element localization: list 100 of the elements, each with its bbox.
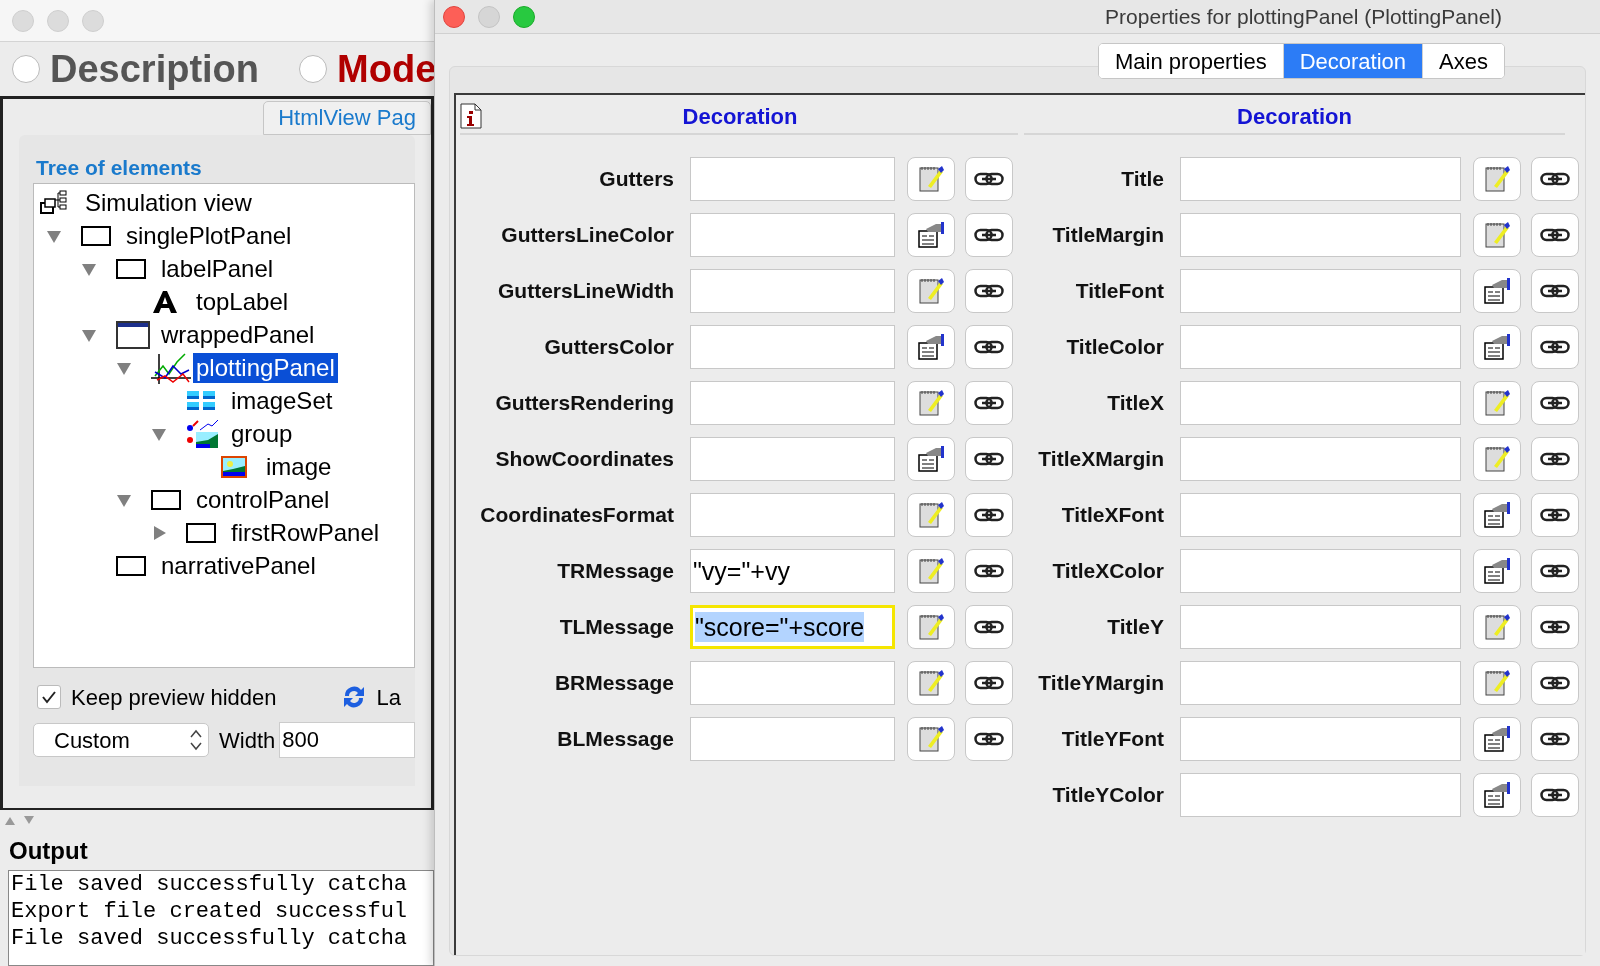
property-field[interactable]: "vy="+vy <box>690 549 895 593</box>
edit-button[interactable] <box>907 269 955 313</box>
property-field[interactable] <box>690 325 895 369</box>
button-label[interactable]: La <box>376 680 401 714</box>
property-field[interactable] <box>1180 605 1461 649</box>
property-field[interactable] <box>690 493 895 537</box>
property-field[interactable] <box>690 213 895 257</box>
link-button[interactable] <box>965 213 1013 257</box>
edit-button[interactable] <box>1473 661 1521 705</box>
edit-button[interactable] <box>907 493 955 537</box>
tree-item[interactable]: imageSet <box>228 385 336 416</box>
splitter-arrows-icon[interactable] <box>4 814 36 826</box>
link-button[interactable] <box>1531 605 1579 649</box>
zoom-window-icon[interactable] <box>513 5 535 28</box>
tree-item[interactable]: controlPanel <box>193 484 333 515</box>
link-button[interactable] <box>1531 213 1579 257</box>
link-button[interactable] <box>965 661 1013 705</box>
tree-item[interactable]: firstRowPanel <box>228 517 383 548</box>
link-button[interactable] <box>965 549 1013 593</box>
tree-item[interactable]: Simulation view <box>82 187 255 218</box>
link-button[interactable] <box>965 605 1013 649</box>
tab[interactable]: Axes <box>1422 44 1504 78</box>
link-button[interactable] <box>1531 773 1579 817</box>
property-field[interactable] <box>690 717 895 761</box>
link-button[interactable] <box>1531 437 1579 481</box>
form-editor-button[interactable] <box>907 437 955 481</box>
property-field[interactable] <box>1180 213 1461 257</box>
tree-item[interactable]: narrativePanel <box>158 550 319 581</box>
link-button[interactable] <box>1531 269 1579 313</box>
edit-button[interactable] <box>907 381 955 425</box>
link-button[interactable] <box>1531 549 1579 593</box>
tree-item[interactable]: wrappedPanel <box>158 319 318 350</box>
form-editor-button[interactable] <box>907 213 955 257</box>
tree-item[interactable]: image <box>263 451 335 482</box>
property-field[interactable] <box>1180 549 1461 593</box>
tree-item[interactable]: labelPanel <box>158 253 277 284</box>
property-field[interactable] <box>1180 381 1461 425</box>
property-label: Gutters <box>598 166 675 193</box>
form-editor-button[interactable] <box>907 325 955 369</box>
property-field[interactable] <box>690 381 895 425</box>
property-field[interactable] <box>690 157 895 201</box>
tab[interactable]: Decoration <box>1282 44 1423 78</box>
page-tab[interactable]: HtmlView Pag <box>263 101 431 135</box>
property-field[interactable] <box>1180 773 1461 817</box>
property-field[interactable] <box>690 269 895 313</box>
edit-button[interactable] <box>907 661 955 705</box>
link-button[interactable] <box>1531 493 1579 537</box>
notepad-pencil-icon <box>1482 612 1512 642</box>
width-input[interactable]: 800 <box>279 722 415 758</box>
collapsed-arrow-icon[interactable] <box>151 524 167 541</box>
property-label: TitleX <box>1106 390 1165 417</box>
form-editor-button[interactable] <box>1473 549 1521 593</box>
form-editor-button[interactable] <box>1473 493 1521 537</box>
link-button[interactable] <box>965 493 1013 537</box>
edit-button[interactable] <box>1473 437 1521 481</box>
edit-button[interactable] <box>1473 605 1521 649</box>
link-button[interactable] <box>1531 157 1579 201</box>
link-button[interactable] <box>965 157 1013 201</box>
property-field[interactable] <box>690 437 895 481</box>
radio-button[interactable] <box>12 55 40 83</box>
link-button[interactable] <box>1531 325 1579 369</box>
property-field[interactable]: "score="+score <box>690 605 895 649</box>
link-button[interactable] <box>965 269 1013 313</box>
form-editor-button[interactable] <box>1473 269 1521 313</box>
checkbox[interactable] <box>37 685 61 709</box>
link-button[interactable] <box>1531 717 1579 761</box>
form-editor-button[interactable] <box>1473 773 1521 817</box>
clipboard-hand-icon <box>1482 780 1512 810</box>
property-field[interactable] <box>1180 269 1461 313</box>
tree-item[interactable]: plottingPanel <box>193 352 338 383</box>
link-button[interactable] <box>965 381 1013 425</box>
form-editor-button[interactable] <box>1473 717 1521 761</box>
edit-button[interactable] <box>1473 213 1521 257</box>
link-button[interactable] <box>965 325 1013 369</box>
info-icon[interactable] <box>460 103 482 129</box>
edit-button[interactable] <box>907 605 955 649</box>
property-field[interactable] <box>1180 717 1461 761</box>
property-field[interactable] <box>690 661 895 705</box>
close-window-icon[interactable] <box>443 5 465 28</box>
property-field[interactable] <box>1180 437 1461 481</box>
edit-button[interactable] <box>1473 381 1521 425</box>
radio-button[interactable] <box>299 55 328 83</box>
size-select[interactable]: Custom <box>33 723 209 757</box>
property-field[interactable] <box>1180 661 1461 705</box>
tree-item[interactable]: singlePlotPanel <box>123 220 295 251</box>
property-field[interactable] <box>1180 157 1461 201</box>
link-icon <box>974 564 1004 578</box>
link-button[interactable] <box>1531 381 1579 425</box>
edit-button[interactable] <box>907 157 955 201</box>
edit-button[interactable] <box>1473 157 1521 201</box>
link-button[interactable] <box>965 717 1013 761</box>
tree-item[interactable]: group <box>228 418 296 449</box>
edit-button[interactable] <box>907 549 955 593</box>
tree-item[interactable]: topLabel <box>193 286 292 317</box>
property-field[interactable] <box>1180 493 1461 537</box>
edit-button[interactable] <box>907 717 955 761</box>
link-button[interactable] <box>965 437 1013 481</box>
form-editor-button[interactable] <box>1473 325 1521 369</box>
property-field[interactable] <box>1180 325 1461 369</box>
link-button[interactable] <box>1531 661 1579 705</box>
